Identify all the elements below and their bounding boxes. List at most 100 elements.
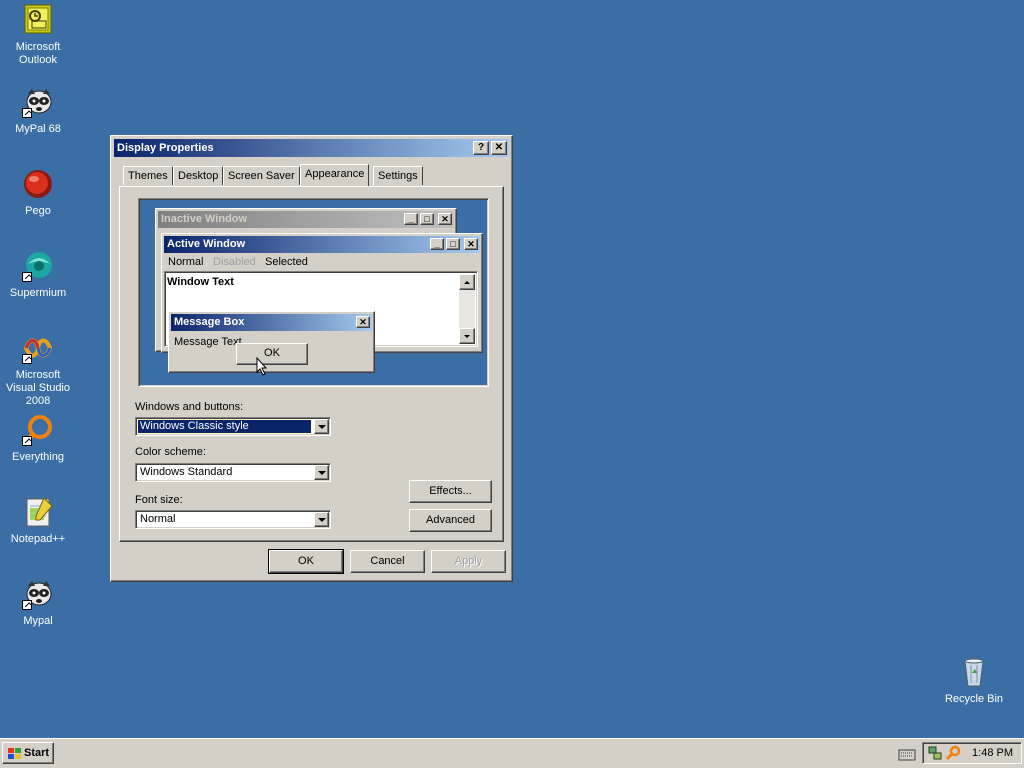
- close-icon: ✕: [464, 238, 478, 250]
- tab-label: Desktop: [178, 170, 219, 182]
- recycle-bin-icon: [958, 656, 990, 688]
- windows-buttons-value: Windows Classic style: [137, 419, 312, 434]
- desktop-icon-pego[interactable]: Pego: [0, 168, 76, 218]
- preview-window-text: Window Text: [167, 276, 234, 288]
- tab-strip: Themes Desktop Screen Saver Appearance S…: [121, 164, 501, 188]
- font-size-label: Font size:: [135, 494, 183, 506]
- preview-scrollbar: [459, 274, 475, 344]
- tab-themes[interactable]: Themes: [123, 166, 173, 185]
- preview-msgbox-titlebar: Message Box ✕: [171, 314, 372, 331]
- preview-active-titlebar: Active Window _ □ ✕: [164, 236, 480, 253]
- tab-label: Screen Saver: [228, 170, 295, 182]
- apply-button-label: Apply: [454, 555, 483, 567]
- close-button[interactable]: ✕: [491, 141, 507, 155]
- advanced-button[interactable]: Advanced: [409, 509, 492, 532]
- desktop-icon-mypal[interactable]: Mypal: [0, 578, 76, 628]
- desktop-icon-label: Notepad++: [10, 533, 66, 545]
- tab-screen-saver[interactable]: Screen Saver: [223, 166, 300, 185]
- preview-inactive-titlebar: Inactive Window _ □ ✕: [158, 211, 454, 228]
- desktop-icon-label: Everything: [12, 451, 64, 463]
- preview-menu-disabled: Disabled: [213, 256, 256, 268]
- minimize-icon: _: [404, 213, 418, 225]
- supermium-icon: [22, 250, 54, 282]
- help-icon: ?: [477, 142, 485, 153]
- desktop-icon-notepadpp[interactable]: Notepad++: [0, 496, 76, 546]
- notepadpp-icon: [22, 496, 54, 528]
- shortcut-arrow-icon: [22, 272, 32, 282]
- search-icon[interactable]: [945, 745, 961, 761]
- tab-label: Settings: [378, 170, 418, 182]
- chevron-down-icon[interactable]: [314, 419, 329, 434]
- apply-button[interactable]: Apply: [431, 550, 506, 573]
- close-icon: ✕: [438, 213, 452, 225]
- preview-menu-selected: Selected: [265, 256, 308, 268]
- system-tray: 1:48 PM: [922, 742, 1022, 764]
- desktop-icon-label: Microsoft Visual Studio 2008: [5, 369, 70, 407]
- minimize-icon: _: [430, 238, 444, 250]
- preview-menu-normal: Normal: [168, 256, 204, 268]
- tab-appearance[interactable]: Appearance: [300, 164, 370, 186]
- color-scheme-value: Windows Standard: [140, 466, 233, 478]
- clock[interactable]: 1:48 PM: [972, 747, 1013, 759]
- preview-inactive-title: Inactive Window: [161, 213, 248, 225]
- preview-msgbox-ok-button: OK: [236, 343, 308, 365]
- raccoon-icon: [22, 86, 54, 118]
- desktop-icon-mypal-68[interactable]: MyPal 68: [0, 86, 76, 136]
- dialog-title: Display Properties: [117, 142, 214, 154]
- desktop-icon-visual-studio[interactable]: Microsoft Visual Studio 2008: [0, 332, 76, 408]
- shortcut-arrow-icon: [22, 354, 32, 364]
- raccoon-icon: [22, 578, 54, 610]
- start-button[interactable]: Start: [2, 742, 54, 764]
- shortcut-arrow-icon: [22, 436, 32, 446]
- chevron-down-icon[interactable]: [314, 512, 329, 527]
- windows-buttons-select[interactable]: Windows Classic style: [135, 417, 331, 436]
- preview-message-box: Message Box ✕ Message Text OK: [168, 311, 375, 373]
- network-icon[interactable]: [927, 745, 943, 761]
- visual-studio-icon: [22, 332, 54, 364]
- desktop-icon-label: Supermium: [9, 287, 67, 299]
- preview-msgbox-title: Message Box: [174, 316, 245, 328]
- appearance-preview: Inactive Window _ □ ✕ Active Window _ □ …: [138, 198, 489, 387]
- desktop-icon-label: Microsoft Outlook: [15, 41, 61, 66]
- maximize-icon: □: [446, 238, 460, 250]
- maximize-icon: □: [420, 213, 434, 225]
- help-button[interactable]: ?: [473, 141, 489, 155]
- tab-desktop[interactable]: Desktop: [173, 166, 224, 185]
- ok-button[interactable]: OK: [268, 549, 344, 574]
- effects-button[interactable]: Effects...: [409, 480, 492, 503]
- windows-logo-icon: [8, 748, 21, 759]
- font-size-select[interactable]: Normal: [135, 510, 331, 529]
- desktop-icon-everything[interactable]: Everything: [0, 414, 76, 464]
- start-label: Start: [24, 747, 50, 759]
- scroll-up-icon: [459, 274, 475, 290]
- shortcut-arrow-icon: [22, 600, 32, 610]
- desktop-icon-recycle-bin[interactable]: Recycle Bin: [936, 656, 1012, 706]
- ok-button-label: OK: [298, 555, 314, 567]
- desktop-icon-supermium[interactable]: Supermium: [0, 250, 76, 300]
- desktop-icon-label: MyPal 68: [15, 123, 61, 135]
- shortcut-arrow-icon: [22, 108, 32, 118]
- cancel-button[interactable]: Cancel: [350, 550, 425, 573]
- windows-buttons-label: Windows and buttons:: [135, 401, 244, 413]
- tab-settings[interactable]: Settings: [373, 166, 423, 185]
- close-icon: ✕: [356, 316, 370, 328]
- everything-icon: [22, 414, 54, 446]
- cancel-button-label: Cancel: [370, 555, 405, 567]
- desktop-icon-label: Pego: [25, 205, 51, 217]
- scroll-down-icon: [459, 328, 475, 344]
- appearance-panel: Inactive Window _ □ ✕ Active Window _ □ …: [119, 186, 504, 542]
- effects-button-label: Effects...: [429, 485, 472, 497]
- font-size-value: Normal: [140, 513, 176, 525]
- outlook-icon: [22, 4, 54, 36]
- preview-active-title: Active Window: [167, 238, 246, 250]
- color-scheme-select[interactable]: Windows Standard: [135, 463, 331, 482]
- desktop-icon-outlook[interactable]: Microsoft Outlook: [0, 4, 76, 67]
- close-icon: ✕: [494, 142, 504, 153]
- desktop-icon-label: Recycle Bin: [944, 693, 1004, 705]
- dialog-titlebar[interactable]: Display Properties ? ✕: [114, 139, 509, 157]
- tab-label: Appearance: [305, 168, 365, 180]
- keyboard-icon[interactable]: [898, 747, 916, 761]
- pego-icon: [22, 168, 54, 200]
- advanced-button-label: Advanced: [426, 514, 475, 526]
- chevron-down-icon[interactable]: [314, 465, 329, 480]
